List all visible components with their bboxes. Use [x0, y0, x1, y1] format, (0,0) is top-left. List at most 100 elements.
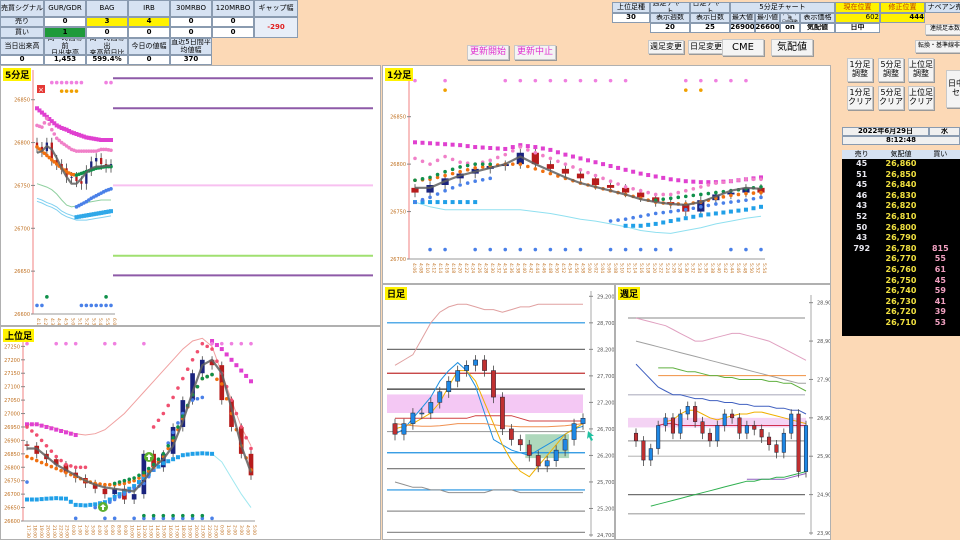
quote-button[interactable]: 気配値 [771, 39, 813, 56]
y-tick-label: 23,900 [817, 531, 831, 537]
x-tick-label: 4:40 [56, 318, 62, 326]
chart-daily: 日足 29,200 28,700 28,200 27,700 27,200 26,700 2… [382, 284, 615, 540]
y-tick-label: 27000 [4, 412, 20, 418]
buy-qty [921, 233, 960, 244]
series-dot-pink [646, 190, 650, 195]
buy-qty [921, 223, 960, 234]
x-tick-label: 1:00 [225, 525, 231, 535]
update-stop-button[interactable]: 更新中止 [514, 45, 556, 60]
clear-1min-button[interactable]: 1分足 クリア [847, 86, 873, 110]
display-price-value[interactable]: 気配値 [800, 23, 835, 33]
signal-header: 120MRBO [212, 0, 254, 17]
series-dot-orange [450, 171, 455, 176]
order-book-row[interactable]: 792 26,780 815 [842, 244, 960, 255]
signal-dot [668, 247, 673, 252]
session-value[interactable]: 日中 [835, 23, 880, 33]
series-marker-magenta [593, 160, 598, 165]
x-tick-label: 5:26 [670, 263, 676, 273]
clear-5min-button[interactable]: 5分足 クリア [878, 86, 904, 110]
adjust-1min-button[interactable]: 1分足 調整 [847, 58, 873, 82]
signal-dot [161, 513, 166, 518]
series-dot-pink [668, 192, 673, 197]
price: 26,760 [885, 264, 917, 274]
x-tick-label: 4:32 [495, 263, 501, 273]
price-header: 気配値 [890, 150, 912, 158]
series-dot-pink [40, 125, 44, 129]
series-marker-magenta [73, 433, 78, 438]
corrected-position[interactable]: 444 [880, 13, 925, 23]
x-tick-label: 5:54 [761, 263, 767, 273]
upper-type-value[interactable]: 30 [612, 13, 650, 23]
order-book-row[interactable]: 43 26,790 [842, 233, 960, 244]
series-marker-magenta [59, 429, 64, 433]
series-marker-magenta [34, 422, 39, 427]
series-dot-blue [631, 215, 635, 220]
candle [131, 494, 137, 500]
order-book-row[interactable]: 45 26,860 [842, 159, 960, 170]
x-tick-label: 22:00 [57, 525, 63, 538]
weeks-value[interactable]: 20 [650, 23, 690, 33]
update-start-button[interactable]: 更新開始 [467, 45, 509, 60]
series-marker-magenta [495, 146, 500, 151]
buy-qty [921, 180, 960, 191]
series-dot-pink [151, 425, 156, 429]
signal-dot [503, 78, 508, 83]
candle [535, 455, 541, 467]
series-dot-blue [107, 500, 112, 504]
order-book-row[interactable]: 26,760 61 [842, 265, 960, 276]
conversion-line-button[interactable]: 転換・基準線非 [915, 40, 960, 53]
series-dot-pink [578, 168, 583, 172]
price: 26,820 [885, 201, 917, 211]
signal-dot [729, 247, 733, 252]
series-dot-green [146, 466, 151, 471]
settings-header: 現在位置 [835, 2, 880, 13]
session-set-button[interactable]: 日中 セ [946, 70, 960, 108]
order-book-row[interactable]: 43 26,820 [842, 201, 960, 212]
clear-upper-button[interactable]: 上位足 クリア [908, 86, 934, 110]
order-book-row[interactable]: 26,740 59 [842, 286, 960, 297]
order-book-row[interactable]: 51 26,850 [842, 170, 960, 181]
order-book-row[interactable]: 26,720 39 [842, 307, 960, 318]
x-tick-label: 5:22 [657, 263, 663, 273]
days-value[interactable]: 25 [690, 23, 730, 33]
order-book-row[interactable]: 26,770 55 [842, 254, 960, 265]
signal-dot [503, 247, 508, 252]
daily-change-button[interactable]: 日足変更 [688, 40, 724, 54]
buy-qty: 815 [931, 243, 949, 253]
adjust-upper-button[interactable]: 上位足 調整 [908, 58, 934, 82]
candle [730, 413, 735, 419]
stats-value: 1,453 [44, 55, 86, 65]
x-tick-label: 17:00 [174, 525, 180, 538]
order-book-row[interactable]: 50 26,800 [842, 223, 960, 234]
series-dot-blue [443, 188, 447, 193]
sell-value: 0 [170, 17, 212, 27]
signal-dot [69, 89, 74, 93]
order-book-row[interactable]: 52 26,810 [842, 212, 960, 223]
min-value[interactable]: 26600 [755, 23, 780, 33]
x-tick-label: 4:14 [437, 263, 443, 273]
order-book-row[interactable]: 26,750 45 [842, 276, 960, 287]
max-value[interactable]: 26900 [730, 23, 755, 33]
candle [419, 412, 425, 415]
weekly-change-button[interactable]: 週足変更 [648, 40, 684, 54]
signal-dot [249, 341, 253, 346]
current-position[interactable]: 602 [835, 13, 880, 23]
order-book-row[interactable]: 26,710 53 [842, 318, 960, 329]
order-book-row[interactable]: 45 26,840 [842, 180, 960, 191]
series-dot-pink [608, 179, 613, 184]
continuous-bars-button[interactable]: 連続足本数 [925, 24, 960, 35]
cme-button[interactable]: CME [722, 39, 764, 56]
signal-dot [25, 341, 29, 346]
series-dot-blue [661, 210, 666, 215]
candle [796, 413, 801, 472]
x-tick-label: 5:18 [644, 263, 650, 273]
adjust-5min-button[interactable]: 5分足 調整 [878, 58, 904, 82]
buy-qty: 45 [934, 275, 946, 285]
sync-value[interactable]: on [780, 23, 800, 33]
x-tick-label: 5:40 [97, 318, 103, 326]
series-line-pink [635, 317, 807, 361]
order-book-row[interactable]: 26,730 41 [842, 297, 960, 308]
x-tick-label: 5:20 [83, 318, 89, 326]
order-book-row[interactable]: 46 26,830 [842, 191, 960, 202]
series-dot-blue [699, 205, 703, 209]
